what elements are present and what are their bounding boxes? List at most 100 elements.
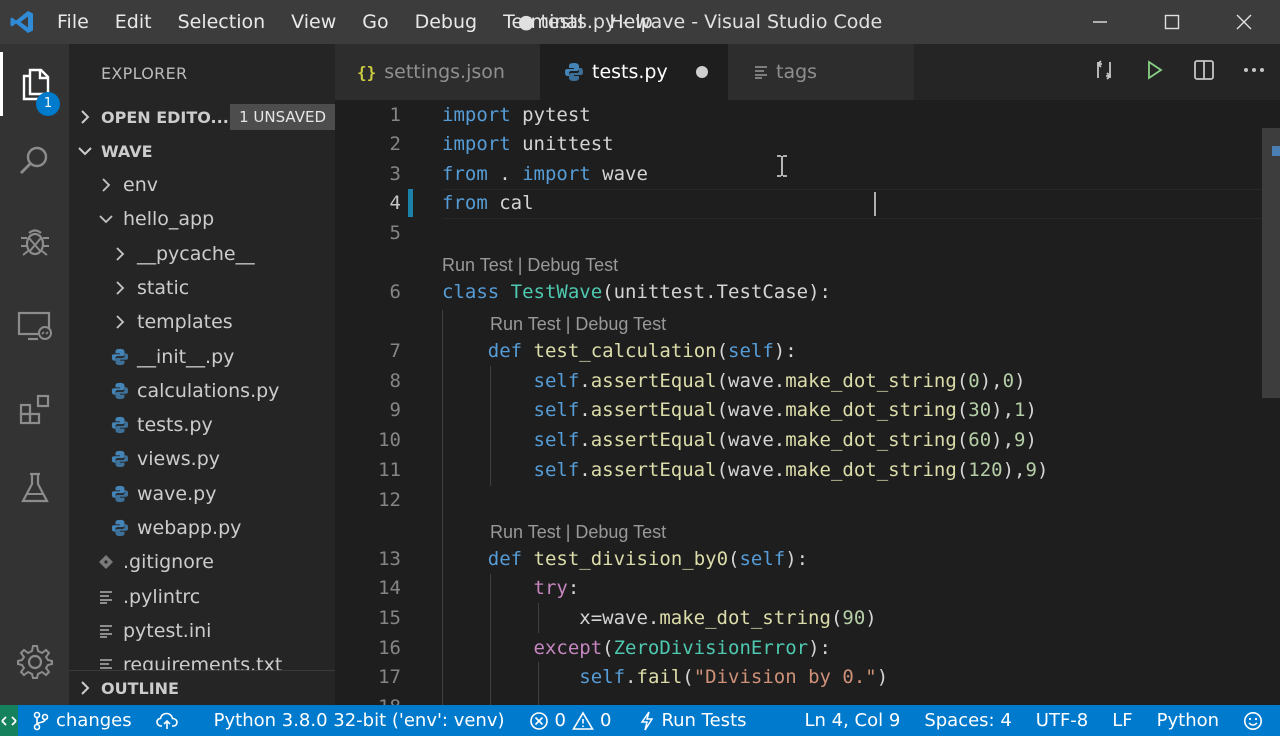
ellipsis-icon [1244,68,1264,72]
text-cursor [874,192,876,216]
tree-item[interactable]: .pylintrc [69,580,335,614]
error-count: 0 [554,710,566,731]
feedback-button[interactable] [1243,705,1269,736]
tree-item[interactable]: hello_app [69,202,335,236]
tree-item[interactable]: tests.py [69,408,335,442]
sync-status[interactable] [155,705,184,736]
language-mode-status[interactable]: Python [1157,705,1219,736]
code-text: self.assertEqual(wave.make_dot_string(60… [533,429,1037,451]
code-line[interactable]: 2 import unittest [335,129,1280,159]
scrollbar-thumb[interactable] [1262,128,1280,398]
tree-item[interactable]: __init__.py [69,340,335,374]
code-lens-test-calculation[interactable]: Run Test | Debug Test [490,310,666,338]
menu-file[interactable]: File [44,0,102,44]
extensions-view-button[interactable] [0,377,69,441]
menu-view[interactable]: View [278,0,349,44]
eol-status[interactable]: LF [1112,705,1132,736]
maximize-icon [1164,14,1180,30]
remote-explorer-icon [17,311,52,341]
tree-item[interactable]: views.py [69,442,335,476]
code-line[interactable]: 8 self.assertEqual(wave.make_dot_string(… [335,366,1280,396]
code-line[interactable]: 5 [335,218,1280,248]
menu-terminal[interactable]: Terminal [490,0,596,44]
code-lens-class[interactable]: Run Test | Debug Test [442,251,618,279]
explorer-view-button[interactable]: 1 [0,52,69,116]
code-line[interactable]: 3 from . import wave [335,159,1280,189]
branch-status[interactable]: changes [32,705,132,736]
outline-header[interactable]: OUTLINE [69,670,335,705]
gear-icon [16,645,53,679]
menu-bar: File Edit Selection View Go Debug Termin… [44,0,666,44]
debug-view-button[interactable] [0,210,69,274]
unsaved-dot-icon[interactable] [696,66,708,78]
code-lens-test-division[interactable]: Run Test | Debug Test [490,518,666,546]
code-line[interactable]: 14 try: [335,573,1280,603]
vertical-scrollbar[interactable] [1262,100,1280,705]
search-view-button[interactable] [0,129,69,193]
tree-item[interactable]: .gitignore [69,545,335,579]
tab-settings-json[interactable]: {} settings.json [335,44,540,100]
more-actions-button[interactable] [1242,58,1266,86]
open-changes-button[interactable] [1092,58,1116,86]
line-number: 18 [335,692,401,705]
tree-item[interactable]: env [69,168,335,202]
tree-item[interactable]: wave.py [69,477,335,511]
line-number: 9 [389,399,401,421]
code-line[interactable]: 7 def test_calculation(self): [335,336,1280,366]
code-line[interactable]: 6 class TestWave(unittest.TestCase): [335,277,1280,307]
python-interpreter-status[interactable]: Python 3.8.0 32-bit ('env': venv) [214,705,505,736]
tab-tests-py[interactable]: tests.py [540,44,728,100]
code-line[interactable]: 9 self.assertEqual(wave.make_dot_string(… [335,395,1280,425]
menu-edit[interactable]: Edit [102,0,165,44]
testing-view-button[interactable] [0,456,69,520]
code-line[interactable]: 15 x=wave.make_dot_string(90) [335,603,1280,633]
problems-status[interactable]: 0 0 [529,705,611,736]
encoding-status[interactable]: UTF-8 [1036,705,1088,736]
menu-selection[interactable]: Selection [165,0,279,44]
code-line[interactable]: 10 self.assertEqual(wave.make_dot_string… [335,425,1280,455]
folder-header-wave[interactable]: WAVE [69,134,335,168]
run-python-file-button[interactable] [1142,58,1166,86]
explorer-sidebar: EXPLORER OPEN EDITO... 1 UNSAVED WAVE en… [69,44,335,705]
menu-go[interactable]: Go [349,0,401,44]
code-line[interactable]: 18 [335,692,1280,705]
code-line[interactable]: 12 [335,485,1280,515]
code-text: self.assertEqual(wave.make_dot_string(30… [533,399,1037,421]
line-number: 10 [378,429,401,451]
tree-item[interactable]: calculations.py [69,374,335,408]
maximize-button[interactable] [1136,0,1208,44]
close-button[interactable] [1208,0,1280,44]
tree-item[interactable]: templates [69,305,335,339]
code-editor[interactable]: 1 import pytest 2 import unittest 3 from . im… [335,100,1280,705]
tree-item[interactable]: __pycache__ [69,237,335,271]
tree-item[interactable]: static [69,271,335,305]
menu-debug[interactable]: Debug [402,0,490,44]
tree-item-label: views.py [137,448,220,471]
indentation-status[interactable]: Spaces: 4 [924,705,1011,736]
python-file-icon [109,517,131,539]
split-editor-button[interactable] [1192,58,1216,86]
menu-help[interactable]: Help [596,0,665,44]
tree-item[interactable]: webapp.py [69,511,335,545]
chevron-right-icon [95,174,117,196]
explorer-title: EXPLORER [101,64,188,83]
remote-explorer-button[interactable] [0,294,69,358]
code-line[interactable]: 13 def test_division_by0(self): [335,544,1280,574]
minimize-button[interactable] [1064,0,1136,44]
code-line[interactable]: 4 from cal [335,188,1280,218]
run-tests-button[interactable]: Run Tests [639,705,747,736]
tree-item[interactable]: pytest.ini [69,614,335,648]
code-line[interactable]: 17 self.fail("Division by 0.") [335,662,1280,692]
code-text: from . import wave [442,163,648,185]
code-line[interactable]: 11 self.assertEqual(wave.make_dot_string… [335,455,1280,485]
remote-indicator[interactable] [0,705,18,736]
cursor-position-status[interactable]: Ln 4, Col 9 [805,705,901,736]
play-icon [1148,60,1163,80]
code-line[interactable]: 1 import pytest [335,100,1280,130]
close-icon [1236,14,1252,30]
tab-tags[interactable]: tags [728,44,914,100]
code-line[interactable]: 16 except(ZeroDivisionError): [335,633,1280,663]
open-editors-header[interactable]: OPEN EDITO... 1 UNSAVED [69,100,335,134]
manage-button[interactable] [0,630,69,694]
line-number: 3 [389,163,401,185]
